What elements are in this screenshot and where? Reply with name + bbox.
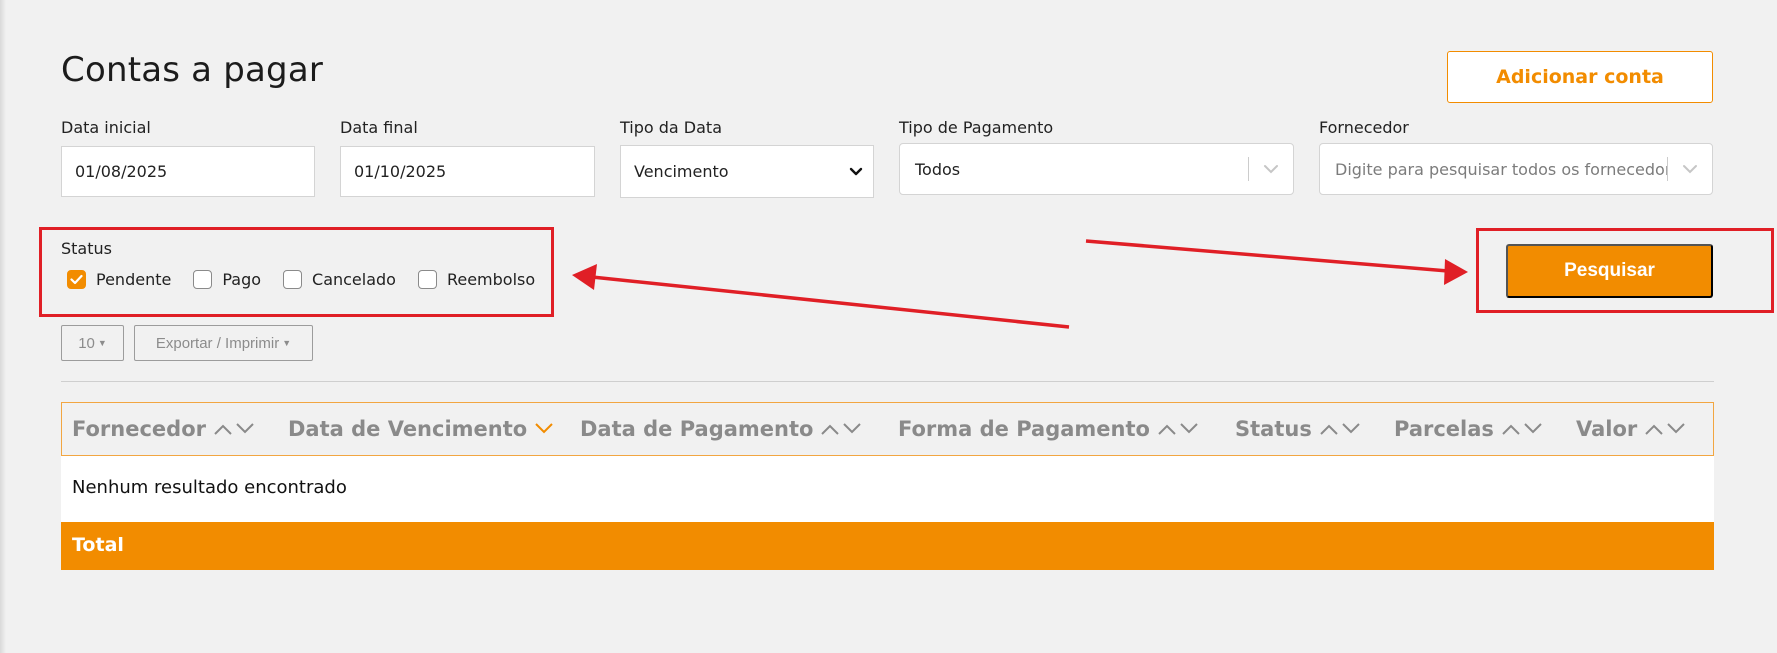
sort-down-icon <box>1342 423 1360 434</box>
sort-controls[interactable] <box>1318 422 1362 436</box>
sort-controls[interactable] <box>1156 422 1200 436</box>
sort-controls[interactable] <box>819 422 863 436</box>
divider <box>61 381 1714 382</box>
column-header-data-vencimento[interactable]: Data de Vencimento <box>288 403 555 455</box>
column-label: Data de Vencimento <box>288 417 528 441</box>
column-header-forma-pagamento[interactable]: Forma de Pagamento <box>898 403 1200 455</box>
sort-down-icon <box>1667 423 1685 434</box>
table-empty-row: Nenhum resultado encontrado <box>61 456 1714 522</box>
sort-up-icon <box>821 424 840 435</box>
column-header-fornecedor[interactable]: Fornecedor <box>72 403 256 455</box>
sort-down-icon <box>1524 423 1542 434</box>
table-total-row: Total <box>61 522 1714 570</box>
column-header-parcelas[interactable]: Parcelas <box>1394 403 1544 455</box>
sort-down-icon <box>236 423 254 434</box>
sort-up-icon <box>1320 424 1338 435</box>
export-print-label: Exportar / Imprimir <box>155 334 280 352</box>
page-size-value: 10 <box>78 334 95 352</box>
export-print-button[interactable]: Exportar / Imprimir ▼ <box>134 325 313 361</box>
sort-controls[interactable] <box>533 422 555 436</box>
sort-up-icon <box>1158 424 1176 435</box>
column-header-status[interactable]: Status <box>1235 403 1362 455</box>
column-label: Fornecedor <box>72 417 206 441</box>
column-label: Valor <box>1576 417 1638 441</box>
sort-up-icon <box>1502 424 1520 435</box>
sort-down-icon <box>1180 423 1198 434</box>
sort-up-icon <box>214 424 232 435</box>
total-label: Total <box>72 534 124 556</box>
sort-down-active-icon <box>535 423 553 434</box>
page-size-button[interactable]: 10 ▼ <box>61 325 124 361</box>
column-label: Status <box>1235 417 1312 441</box>
sort-up-icon <box>1645 424 1663 435</box>
caret-down-icon: ▼ <box>282 338 292 348</box>
sort-controls[interactable] <box>1500 422 1544 436</box>
column-label: Parcelas <box>1394 417 1494 441</box>
sort-controls[interactable] <box>212 422 256 436</box>
column-header-valor[interactable]: Valor <box>1576 403 1687 455</box>
column-header-data-pagamento[interactable]: Data de Pagamento <box>580 403 863 455</box>
table-header: Fornecedor Data de Vencimento Data de Pa… <box>61 402 1714 456</box>
column-label: Data de Pagamento <box>580 417 814 441</box>
caret-down-icon: ▼ <box>97 338 107 348</box>
column-label: Forma de Pagamento <box>898 417 1150 441</box>
sort-down-icon <box>843 423 862 434</box>
sort-controls[interactable] <box>1643 422 1687 436</box>
empty-message: Nenhum resultado encontrado <box>72 477 347 498</box>
